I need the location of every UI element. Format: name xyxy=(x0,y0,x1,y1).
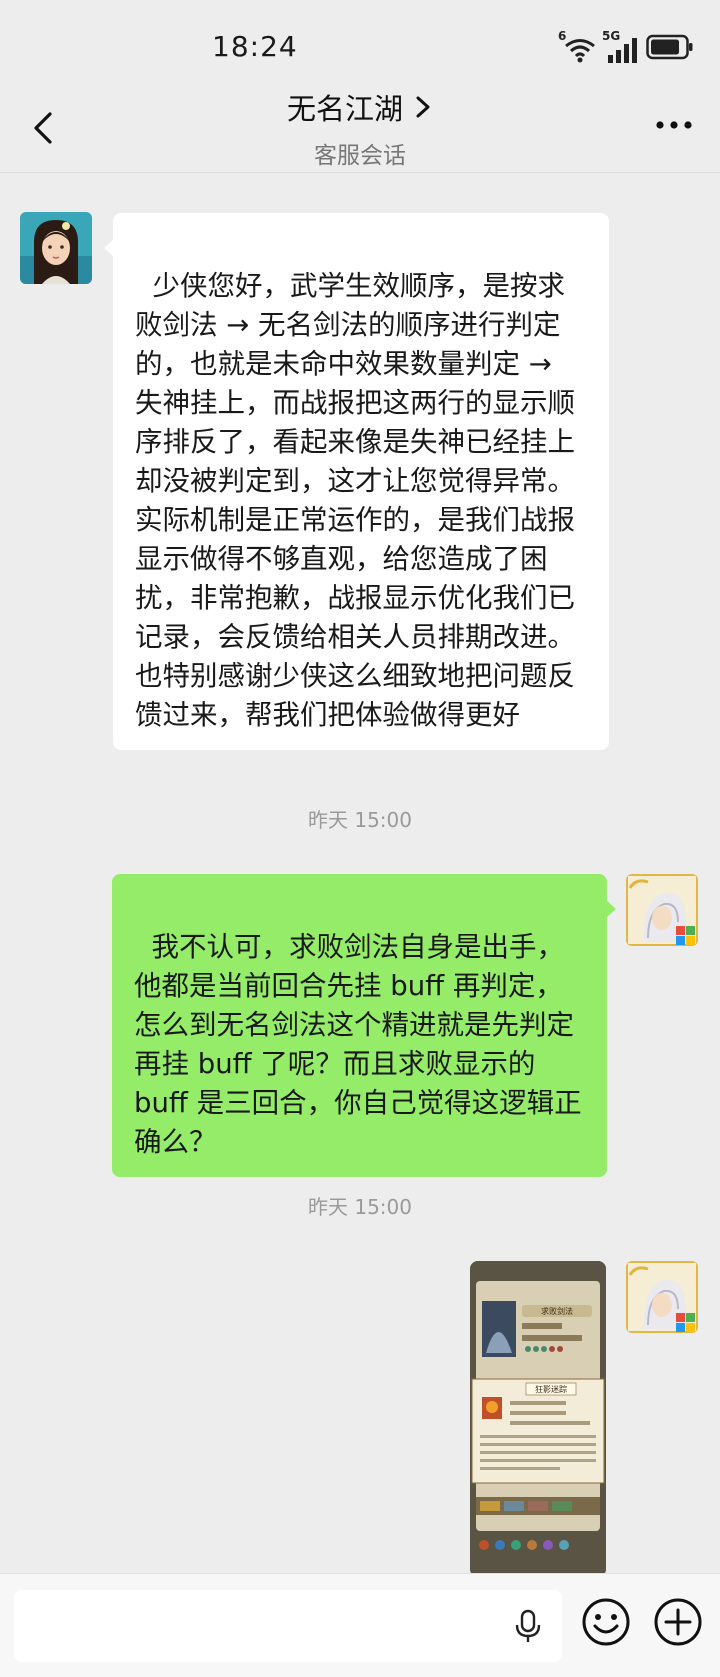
service-avatar[interactable] xyxy=(20,212,92,284)
signal-icon: 5G xyxy=(602,29,640,63)
message-input[interactable] xyxy=(14,1590,562,1662)
message-text: 少侠您好，武学生效顺序，是按求败剑法 → 无名剑法的顺序进行判定的，也就是未命中… xyxy=(135,270,575,731)
battery-icon xyxy=(646,34,694,64)
message-text: 我不认可，求败剑法自身是出手，他都是当前回合先挂 buff 再判定，怎么到无名剑… xyxy=(134,931,582,1158)
image-card-title: 求败剑法 xyxy=(541,1306,573,1316)
status-bar: 18:24 6 5G xyxy=(0,0,720,90)
mic-icon xyxy=(515,1609,541,1642)
message-bubble-outgoing[interactable]: 我不认可，求败剑法自身是出手，他都是当前回合先挂 buff 再判定，怎么到无名剑… xyxy=(112,874,616,1177)
more-dots-icon xyxy=(656,121,692,129)
image-popup-title: 狂影迷踪 xyxy=(535,1384,567,1394)
plus-icon xyxy=(654,1598,702,1646)
chevron-right-icon xyxy=(416,96,430,118)
wifi-icon: 6 xyxy=(558,29,598,63)
my-avatar[interactable] xyxy=(626,1261,698,1333)
chat-subtitle: 客服会话 xyxy=(314,143,406,169)
status-icons: 6 5G xyxy=(558,29,694,64)
message-bubble-incoming[interactable]: 少侠您好，武学生效顺序，是按求败剑法 → 无名剑法的顺序进行判定的，也就是未命中… xyxy=(104,213,609,750)
chat-header: 无名江湖 客服会话 xyxy=(0,80,720,172)
input-bar xyxy=(0,1573,720,1677)
chat-title-row[interactable]: 无名江湖 xyxy=(287,86,433,128)
network-badge: 5G xyxy=(602,29,621,43)
image-message[interactable]: 求败剑法 狂影迷踪 xyxy=(470,1261,606,1577)
message-timestamp: 昨天 15:00 xyxy=(308,808,412,832)
emoji-icon xyxy=(582,1598,630,1646)
emoji-button[interactable] xyxy=(580,1596,632,1648)
network-badge: 6 xyxy=(558,29,567,43)
header-divider xyxy=(0,172,720,173)
more-actions-button[interactable] xyxy=(652,1596,704,1648)
my-avatar[interactable] xyxy=(626,874,698,946)
chat-title: 无名江湖 xyxy=(286,92,403,126)
status-time: 18:24 xyxy=(212,30,298,63)
chat-title-area[interactable]: 无名江湖 客服会话 xyxy=(0,86,720,170)
more-button[interactable] xyxy=(654,110,694,140)
message-timestamp: 昨天 15:00 xyxy=(308,1195,412,1219)
voice-input-button[interactable] xyxy=(510,1608,546,1644)
